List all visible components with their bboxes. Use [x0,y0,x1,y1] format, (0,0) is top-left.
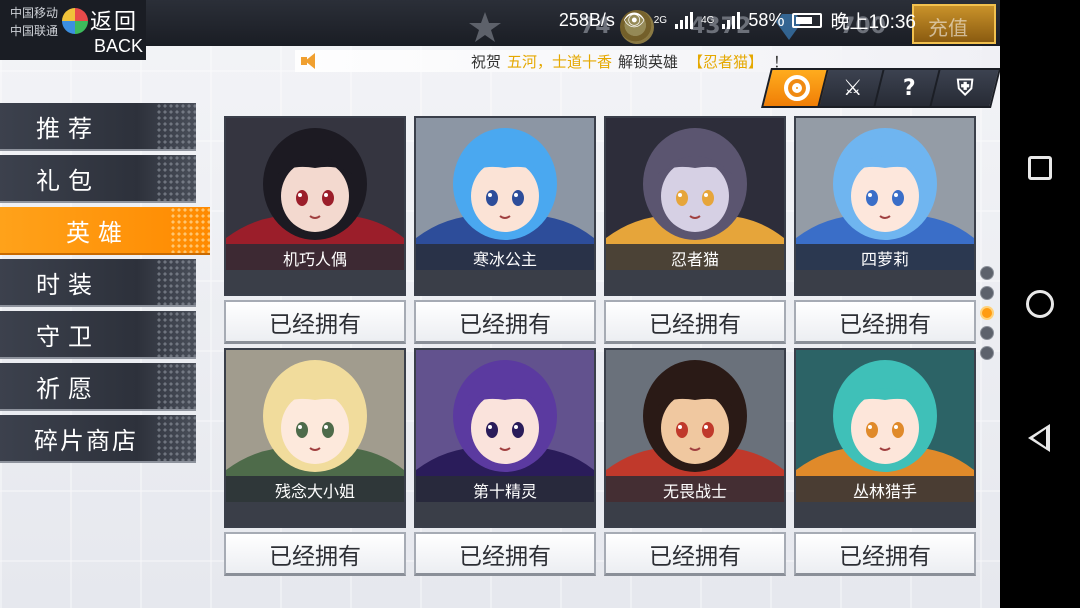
portrait-footer [606,502,784,526]
hero-portrait[interactable]: 忍者猫 [604,116,786,296]
signal-icon [675,11,694,29]
portrait-footer [226,270,404,294]
menu-label: 英雄 [66,218,130,247]
owned-button[interactable]: 已经拥有 [604,532,786,576]
shield-icon: ⛨ [956,75,974,101]
hero-portrait[interactable]: 丛林猎手 [794,348,976,528]
hero-subtabs: ⚔ ? ⛨ [761,68,1000,108]
hero-name: 忍者猫 [606,244,784,272]
announce-hero: 【忍者猫】 [688,52,764,71]
owned-button[interactable]: 已经拥有 [224,300,406,344]
page-dot[interactable] [980,286,994,300]
eye-icon: 👁 [622,9,646,30]
recharge-label: 充值 [928,16,968,40]
menu-label: 推荐 [36,114,100,143]
menu-item-wish[interactable]: 祈愿 [0,363,196,411]
hero-name: 丛林猎手 [796,476,974,504]
menu-item-fragment-shop[interactable]: 碎片商店 [0,415,196,463]
hero-card[interactable]: 残念大小姐 已经拥有 [224,348,406,576]
portrait-footer [796,502,974,526]
game-screen: 74 4372 700 充值 中国移动 中国联通 返回 BACK 258B/s … [0,0,1000,608]
announce-middle: 解锁英雄 [618,52,679,71]
recents-icon[interactable] [1028,156,1052,180]
hero-portrait[interactable]: 第十精灵 [414,348,596,528]
owned-button[interactable]: 已经拥有 [604,300,786,344]
menu-item-hero[interactable]: 英雄 [0,207,210,255]
hero-name: 机巧人偶 [226,244,404,272]
hero-portrait[interactable]: 寒冰公主 [414,116,596,296]
ring-icon [784,75,810,101]
carrier-2: 中国联通 [10,24,59,38]
owned-button[interactable]: 已经拥有 [414,532,596,576]
announce-prefix: 祝贺 [471,52,502,71]
page-dot-current[interactable] [980,306,994,320]
recharge-button[interactable]: 充值 [912,4,996,44]
hero-portrait[interactable]: 无畏战士 [604,348,786,528]
hero-card[interactable]: 忍者猫 已经拥有 [604,116,786,344]
question-icon: ? [902,75,916,101]
hero-card[interactable]: 丛林猎手 已经拥有 [794,348,976,576]
network-type-4g: 4G [701,14,715,26]
menu-label: 祈愿 [36,374,100,403]
status-bar: 258B/s 👁 2G 4G 58% 晚上10:36 [559,6,916,34]
menu-label: 守卫 [36,322,100,351]
battery-percent: 58% [748,9,785,30]
menu-label: 礼包 [36,166,100,195]
speaker-icon [299,51,321,71]
page-dot[interactable] [980,346,994,360]
hero-name: 残念大小姐 [226,476,404,504]
back-area[interactable]: 中国移动 中国联通 返回 BACK [0,0,146,60]
back-label-cn[interactable]: 返回 [90,4,138,36]
hero-portrait[interactable]: 四萝莉 [794,116,976,296]
hero-name: 四萝莉 [796,244,974,272]
network-type-2g: 2G [653,14,668,26]
hero-card[interactable]: 机巧人偶 已经拥有 [224,116,406,344]
menu-label: 碎片商店 [34,426,138,455]
menu-item-costume[interactable]: 时装 [0,259,196,307]
page-dot[interactable] [980,266,994,280]
back-label-en[interactable]: BACK [94,36,143,57]
menu-label: 时装 [36,270,100,299]
portrait-footer [416,502,594,526]
owned-button[interactable]: 已经拥有 [224,532,406,576]
hero-card[interactable]: 四萝莉 已经拥有 [794,116,976,344]
hero-name: 第十精灵 [416,476,594,504]
portrait-footer [606,270,784,294]
hero-card[interactable]: 第十精灵 已经拥有 [414,348,596,576]
carrier-1: 中国移动 [10,6,59,20]
portrait-footer [796,270,974,294]
page-dot[interactable] [980,326,994,340]
owned-button[interactable]: 已经拥有 [794,300,976,344]
android-nav-bar [1000,0,1080,608]
owned-button[interactable]: 已经拥有 [794,532,976,576]
menu-item-recommend[interactable]: 推荐 [0,103,196,151]
menu-item-gift[interactable]: 礼包 [0,155,196,203]
owned-button[interactable]: 已经拥有 [414,300,596,344]
back-icon[interactable] [1028,424,1050,452]
battery-icon [792,12,823,28]
home-icon[interactable] [1026,290,1054,318]
hero-portrait[interactable]: 机巧人偶 [224,116,406,296]
net-speed: 258B/s [558,9,615,30]
menu-item-guard[interactable]: 守卫 [0,311,196,359]
hero-name: 无畏战士 [606,476,784,504]
hero-portrait[interactable]: 残念大小姐 [224,348,406,528]
portrait-footer [226,502,404,526]
page-indicator [980,266,996,366]
sword-icon: ⚔ [843,75,863,101]
portrait-footer [416,270,594,294]
announce-player: 五河，士道十香 [507,52,613,71]
hero-name: 寒冰公主 [416,244,594,272]
subtab-defense[interactable]: ⛨ [929,68,1000,108]
signal-icon-2 [722,11,741,29]
clock: 晚上10:36 [830,11,916,33]
hero-card[interactable]: 无畏战士 已经拥有 [604,348,786,576]
app-swirl-icon [62,8,88,34]
hero-card[interactable]: 寒冰公主 已经拥有 [414,116,596,344]
star-icon [469,12,501,42]
shop-menu: 推荐 礼包 英雄 时装 守卫 祈愿 碎片商店 [0,103,210,467]
